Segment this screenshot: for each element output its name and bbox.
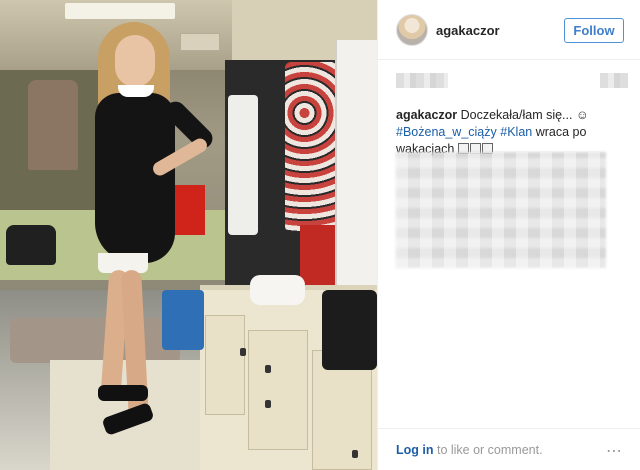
photo-blue-bag [162,290,204,350]
photo-rug [10,318,180,363]
login-prompt-text: to like or comment. [433,443,543,457]
post-caption: agakaczor Doczekała/łam się... ☺ #Bożena… [396,107,626,158]
photo-black-bag [322,290,377,370]
photo-face [115,35,155,87]
username-link[interactable]: agakaczor [436,23,500,38]
photo-knob [352,450,358,458]
blurred-meta [396,73,448,88]
blurred-timestamp [600,73,628,88]
photo-drawer [248,330,308,450]
post-photo[interactable] [0,0,377,470]
photo-shoe [98,385,148,401]
photo-vent [180,33,220,51]
hashtag-link[interactable]: #Bożena_w_ciąży [396,125,497,139]
post-header: agakaczor Follow [378,0,640,60]
login-link[interactable]: Log in [396,443,434,457]
photo-collar [118,85,154,97]
photo-shirt [228,95,258,235]
photo-lamp [65,3,175,19]
hashtag-link[interactable]: #Klan [500,125,532,139]
photo-knob [265,365,271,373]
post-footer: Log in to like or comment. ⋯ [378,428,640,470]
photo-jacket [28,80,78,170]
photo-red-cloth [170,185,205,235]
photo-bag [6,225,56,265]
photo-knob [240,348,246,356]
photo-white-coat [335,40,377,290]
caption-text: Doczekała/łam się... ☺ [457,108,589,122]
follow-button[interactable]: Follow [564,18,624,43]
more-options-icon[interactable]: ⋯ [606,441,623,461]
photo-black-dress [95,93,175,263]
login-prompt: Log in to like or comment. [396,443,543,457]
blurred-comments-overlay [396,152,606,268]
photo-drawer [205,315,245,415]
caption-username[interactable]: agakaczor [396,108,457,122]
photo-knob [265,400,271,408]
avatar[interactable] [396,14,428,46]
post-sidebar: agakaczor Follow agakaczor Doczekała/łam… [377,0,640,470]
photo-hem [98,253,148,273]
photo-pillow [250,275,305,305]
